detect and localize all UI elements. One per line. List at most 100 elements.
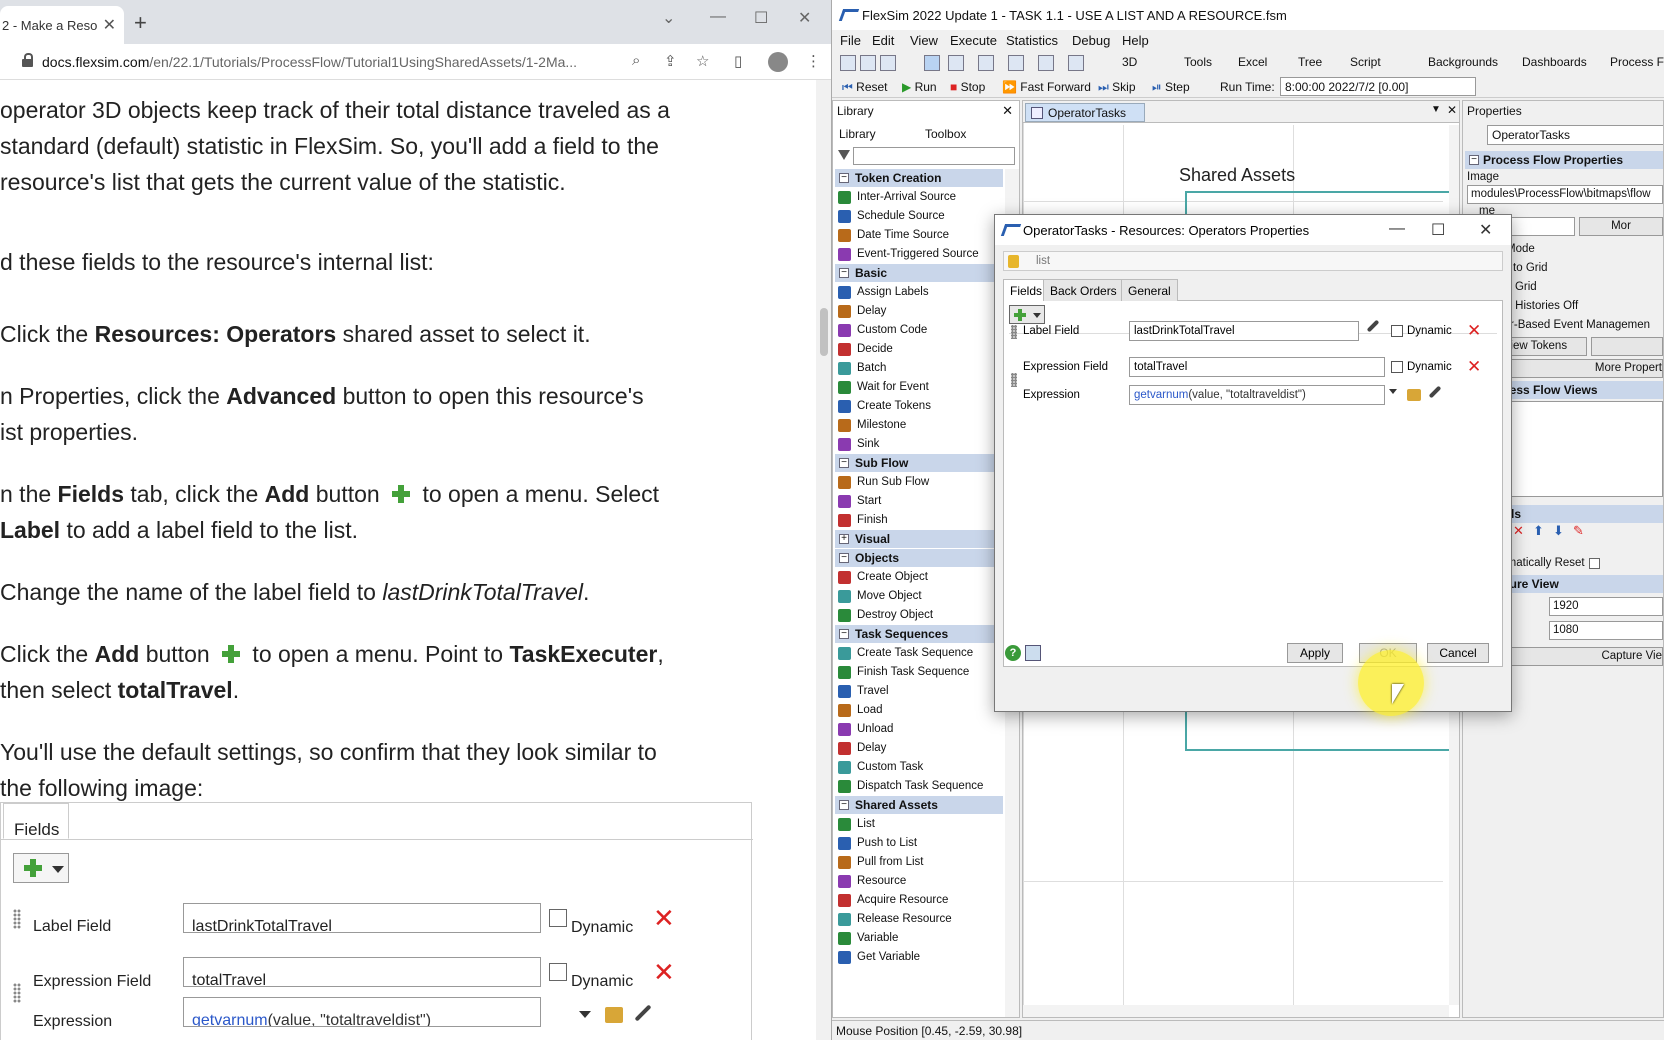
canvas-horizontal-scrollbar[interactable] [1023,1005,1449,1017]
library-item[interactable]: Destroy Object [835,606,1003,625]
library-item[interactable]: Move Object [835,587,1003,606]
add-field-button[interactable] [1009,305,1045,324]
code-edit-icon[interactable] [1407,389,1421,401]
library-item[interactable]: Release Resource [835,910,1003,929]
more-themes-button[interactable]: Mor [1579,217,1663,236]
toolbar-tools[interactable]: Tools [1184,55,1212,69]
expression-input[interactable]: getvarnum(value, "totaltraveldist") [1129,385,1385,405]
library-item[interactable]: Acquire Resource [835,891,1003,910]
library-item[interactable]: Get Variable [835,948,1003,967]
remove-label-field-icon[interactable]: ✕ [1467,321,1481,341]
move-up-icon[interactable]: ⬆ [1533,523,1544,539]
share-icon[interactable]: ⇪ [664,52,677,70]
collapse-icon[interactable]: − [839,458,849,468]
tab-operator-tasks[interactable]: OperatorTasks [1025,103,1145,122]
cancel-button[interactable]: Cancel [1427,643,1489,663]
toolbar-dashboards[interactable]: Dashboards [1522,55,1587,69]
menu-file[interactable]: File [840,33,861,48]
move-down-icon[interactable]: ⬇ [1553,523,1564,539]
library-item[interactable]: Delay [835,739,1003,758]
library-item[interactable]: Custom Code [835,321,1003,340]
library-item[interactable]: Finish Task Sequence [835,663,1003,682]
library-category[interactable]: − Sub Flow [835,454,1003,472]
library-close-icon[interactable]: ✕ [1002,103,1013,119]
pin-icon[interactable]: ✎ [1573,523,1584,539]
tab-toolbox[interactable]: Toolbox [925,127,966,141]
dialog-maximize-icon[interactable]: ☐ [1431,220,1445,240]
collapse-icon[interactable]: − [839,800,849,810]
library-item[interactable]: Resource [835,872,1003,891]
library-item[interactable]: Load [835,701,1003,720]
menu-execute[interactable]: Execute [950,33,997,48]
library-item[interactable]: Batch [835,359,1003,378]
toolbar-backgrounds[interactable]: Backgrounds [1428,55,1498,69]
fast-forward-button[interactable]: ⏩ Fast Forward [1002,80,1091,94]
maximize-icon[interactable]: ☐ [754,8,768,28]
library-item[interactable]: Unload [835,720,1003,739]
group-icon[interactable] [1068,55,1084,71]
profile-avatar-icon[interactable] [768,52,788,72]
tab-general[interactable]: General [1121,279,1178,301]
object-name-field[interactable]: OperatorTasks [1487,125,1663,145]
help-icon[interactable]: ? [1005,645,1021,661]
delete-label-icon[interactable]: ✕ [1513,523,1524,539]
library-item[interactable]: Milestone [835,416,1003,435]
section-process-flow-properties[interactable]: − Process Flow Properties [1465,151,1663,169]
tab-search-icon[interactable]: ⌄ [662,8,675,28]
library-item[interactable]: Finish [835,511,1003,530]
menu-help[interactable]: Help [1122,33,1149,48]
library-item[interactable]: Wait for Event [835,378,1003,397]
library-item[interactable]: Create Object [835,568,1003,587]
collapse-icon[interactable]: − [839,268,849,278]
library-category[interactable]: − Objects [835,549,1003,567]
library-item[interactable]: Dispatch Task Sequence [835,777,1003,796]
shape-icon[interactable] [978,55,994,71]
chevron-down-icon[interactable] [1389,389,1397,394]
tab-back-orders[interactable]: Back Orders [1043,279,1124,301]
new-icon[interactable] [840,55,856,71]
lock-icon[interactable] [22,53,33,67]
collapse-icon[interactable]: − [839,629,849,639]
menu-statistics[interactable]: Statistics [1006,33,1058,48]
height-field[interactable]: 1080 [1549,621,1663,640]
library-category[interactable]: + Visual [835,530,1003,548]
toolbar-excel[interactable]: Excel [1238,55,1267,69]
auto-reset-checkbox[interactable] [1589,558,1600,569]
library-item[interactable]: Push to List [835,834,1003,853]
library-item[interactable]: Start [835,492,1003,511]
label-dynamic-checkbox[interactable] [1391,325,1403,337]
dialog-minimize-icon[interactable]: — [1389,220,1405,238]
tree-view-icon[interactable] [1025,645,1041,661]
close-window-icon[interactable]: ✕ [798,8,811,28]
library-filter-input[interactable] [853,147,1015,165]
menu-view[interactable]: View [910,33,938,48]
save-icon[interactable] [880,55,896,71]
library-item[interactable]: Event-Triggered Source [835,245,1003,264]
url-text[interactable]: docs.flexsim.com/en/22.1/Tutorials/Proce… [42,54,622,70]
library-item[interactable]: Pull from List [835,853,1003,872]
remove-expression-field-icon[interactable]: ✕ [1467,357,1481,377]
library-item[interactable]: Decide [835,340,1003,359]
tab-library[interactable]: Library [839,127,876,141]
toolbar-process-flow[interactable]: Process Flo [1610,55,1664,69]
drag-handle-icon[interactable] [1011,373,1017,387]
list-name-row[interactable]: list [1003,251,1503,271]
library-item[interactable]: Sink [835,435,1003,454]
expression-dynamic-checkbox[interactable] [1391,361,1403,373]
toolbar-tree[interactable]: Tree [1298,55,1322,69]
toolbar-script[interactable]: Script [1350,55,1381,69]
library-item[interactable]: Variable [835,929,1003,948]
library-item[interactable]: Custom Task [835,758,1003,777]
expand-icon[interactable]: + [839,534,849,544]
chevron-down-icon[interactable]: ▼ [1431,104,1441,115]
sidepanel-icon[interactable]: ▯ [734,52,742,70]
layout-icon[interactable] [1038,55,1054,71]
menu-debug[interactable]: Debug [1072,33,1110,48]
library-item[interactable]: Inter-Arrival Source [835,188,1003,207]
new-tab-button[interactable]: + [134,10,147,36]
skip-button[interactable]: ⏭ Skip [1098,80,1136,95]
menu-edit[interactable]: Edit [872,33,894,48]
library-item[interactable]: Delay [835,302,1003,321]
library-category[interactable]: − Basic [835,264,1003,282]
collapse-icon[interactable]: − [839,173,849,183]
